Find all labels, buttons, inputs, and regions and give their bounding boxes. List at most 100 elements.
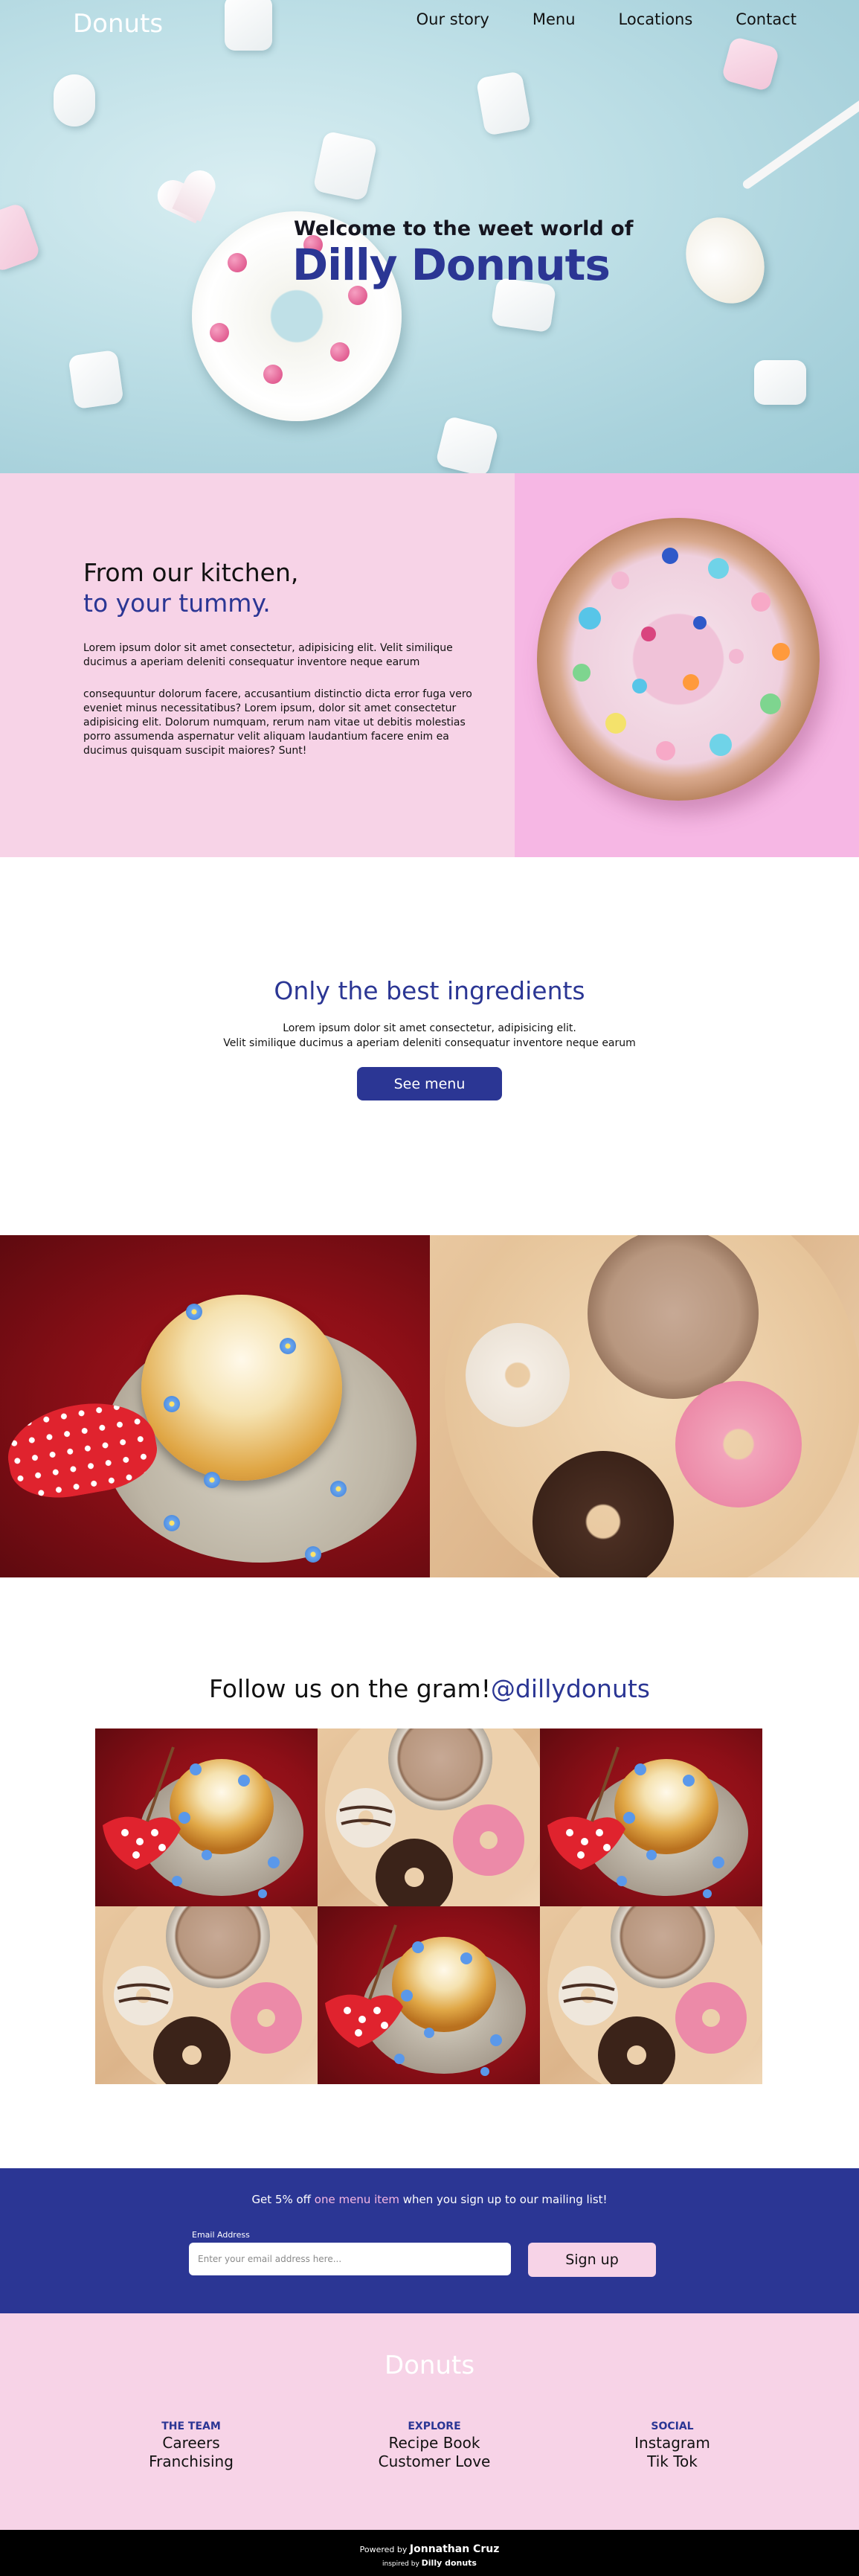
sprinkle-donut bbox=[537, 518, 820, 801]
footer-logo[interactable]: Donuts bbox=[0, 2351, 859, 2380]
gallery-tile-red-cake[interactable] bbox=[540, 1728, 762, 1906]
flower-decoration bbox=[330, 1481, 347, 1497]
ingredients-section: Only the best ingredients Lorem ipsum do… bbox=[0, 857, 859, 1235]
marshmallow-decoration bbox=[225, 0, 272, 51]
site-logo[interactable]: Donuts bbox=[73, 9, 163, 39]
marshmallow-decoration bbox=[68, 349, 124, 410]
newsletter-section: Get 5% off one menu item when you sign u… bbox=[0, 2168, 859, 2313]
nav-link-locations[interactable]: Locations bbox=[619, 10, 693, 28]
gallery-tile-coffee-donuts[interactable] bbox=[318, 1728, 540, 1906]
candy-decoration bbox=[579, 607, 601, 629]
photo-banner bbox=[0, 1235, 859, 1577]
marshmallow-decoration bbox=[721, 36, 780, 92]
promo-text-start: Get 5% off bbox=[251, 2193, 315, 2206]
nav-link-menu[interactable]: Menu bbox=[533, 10, 576, 28]
footer-link-recipe-book[interactable]: Recipe Book bbox=[345, 2434, 524, 2452]
candy-decoration bbox=[751, 592, 770, 612]
email-label: Email Address bbox=[192, 2230, 250, 2240]
marshmallow-decoration bbox=[0, 202, 42, 273]
sprinkle-decoration bbox=[210, 323, 229, 342]
sprinkle-decoration bbox=[228, 253, 247, 272]
powered-by-prefix: Powered by bbox=[359, 2545, 410, 2554]
footer-link-instagram[interactable]: Instagram bbox=[583, 2434, 762, 2452]
kitchen-paragraph: consequuntur dolorum facere, accusantium… bbox=[83, 688, 472, 757]
candy-decoration bbox=[693, 616, 707, 629]
flower-decoration bbox=[164, 1515, 180, 1531]
nav-link-our-story[interactable]: Our story bbox=[416, 10, 489, 28]
hero-subtitle: Welcome to the weet world of bbox=[294, 217, 634, 240]
candy-decoration bbox=[662, 548, 678, 564]
flower-decoration bbox=[186, 1304, 202, 1320]
candy-decoration bbox=[760, 693, 781, 714]
marshmallow-decoration bbox=[434, 415, 500, 473]
coffee-donuts-photo bbox=[430, 1235, 859, 1577]
gallery-tile-red-cake[interactable] bbox=[318, 1906, 540, 2084]
red-cake-photo bbox=[0, 1235, 430, 1577]
hero-section: Donuts Our story Menu Locations Contact … bbox=[0, 0, 859, 473]
footer-column-team: THE TEAM Careers Franchising bbox=[102, 2420, 280, 2471]
candy-decoration bbox=[641, 627, 656, 641]
heart-marshmallow-decoration bbox=[155, 170, 222, 237]
inspired-by-prefix: inspired by bbox=[382, 2560, 422, 2568]
footer-column-social: SOCIAL Instagram Tik Tok bbox=[583, 2420, 762, 2471]
inspired-by-text: inspired by Dilly donuts bbox=[0, 2558, 859, 2568]
gallery-tile-red-cake[interactable] bbox=[95, 1728, 318, 1906]
candy-decoration bbox=[729, 649, 744, 664]
see-menu-button[interactable]: See menu bbox=[357, 1067, 502, 1100]
flower-decoration bbox=[305, 1546, 321, 1563]
candy-decoration bbox=[605, 713, 626, 734]
instagram-title: Follow us on the gram!@dillydonuts bbox=[0, 1674, 859, 1703]
instagram-handle-link[interactable]: @dillydonuts bbox=[491, 1674, 650, 1703]
marshmallow-decoration bbox=[312, 130, 378, 202]
sprinkle-donut-image bbox=[515, 473, 859, 857]
kitchen-heading: From our kitchen, bbox=[83, 558, 299, 587]
kitchen-heading-accent: to your tummy. bbox=[83, 589, 271, 618]
instagram-gallery bbox=[95, 1728, 763, 2084]
footer-column-heading: EXPLORE bbox=[408, 2420, 461, 2432]
sprinkle-decoration bbox=[330, 342, 350, 362]
flower-decoration bbox=[280, 1338, 296, 1354]
footer-link-franchising[interactable]: Franchising bbox=[102, 2452, 280, 2471]
ingredients-text: Lorem ipsum dolor sit amet consectetur, … bbox=[283, 1022, 576, 1034]
promo-highlight: one menu item bbox=[314, 2193, 399, 2206]
inspired-by-name: Dilly donuts bbox=[421, 2558, 477, 2568]
page: Donuts Our story Menu Locations Contact … bbox=[0, 0, 859, 2576]
flower-decoration bbox=[204, 1472, 220, 1488]
powered-by-text: Powered by Jonnathan Cruz bbox=[0, 2543, 859, 2555]
credits-bar: Powered by Jonnathan Cruz inspired by Di… bbox=[0, 2530, 859, 2576]
instagram-section: Follow us on the gram!@dillydonuts bbox=[0, 1577, 859, 2168]
candy-decoration bbox=[573, 664, 591, 682]
cake bbox=[141, 1295, 342, 1481]
footer-column-heading: THE TEAM bbox=[161, 2420, 221, 2432]
ingredients-title: Only the best ingredients bbox=[274, 976, 585, 1005]
ingredients-text: Velit similique ducimus a aperiam deleni… bbox=[223, 1037, 636, 1049]
white-donut bbox=[466, 1323, 570, 1427]
candy-decoration bbox=[611, 571, 629, 589]
footer: Donuts THE TEAM Careers Franchising EXPL… bbox=[0, 2313, 859, 2530]
candy-decoration bbox=[683, 674, 699, 691]
footer-link-tiktok[interactable]: Tik Tok bbox=[583, 2452, 762, 2471]
kitchen-section: From our kitchen, to your tummy. Lorem i… bbox=[0, 473, 859, 857]
nav-link-contact[interactable]: Contact bbox=[736, 10, 797, 28]
sprinkle-decoration bbox=[263, 365, 283, 384]
pink-donut bbox=[675, 1381, 802, 1508]
email-input[interactable] bbox=[189, 2243, 511, 2275]
sign-up-button[interactable]: Sign up bbox=[528, 2243, 656, 2277]
candy-decoration bbox=[772, 643, 790, 661]
promo-text: Get 5% off one menu item when you sign u… bbox=[0, 2193, 859, 2206]
lollipop-decoration bbox=[670, 203, 780, 318]
gallery-tile-coffee-donuts[interactable] bbox=[95, 1906, 318, 2084]
candy-decoration bbox=[708, 558, 729, 579]
candy-decoration bbox=[632, 679, 647, 693]
coffee-cup bbox=[588, 1235, 759, 1399]
hero-title: Dilly Donnuts bbox=[292, 240, 611, 290]
gallery-tile-coffee-donuts[interactable] bbox=[540, 1906, 762, 2084]
marshmallow-decoration bbox=[754, 360, 806, 405]
main-nav: Our story Menu Locations Contact bbox=[373, 10, 797, 28]
lollipop-stick-decoration bbox=[741, 71, 859, 190]
instagram-title-text: Follow us on the gram! bbox=[208, 1674, 491, 1703]
footer-column-explore: EXPLORE Recipe Book Customer Love bbox=[345, 2420, 524, 2471]
candy-decoration bbox=[656, 741, 675, 760]
footer-link-customer-love[interactable]: Customer Love bbox=[345, 2452, 524, 2471]
footer-link-careers[interactable]: Careers bbox=[102, 2434, 280, 2452]
